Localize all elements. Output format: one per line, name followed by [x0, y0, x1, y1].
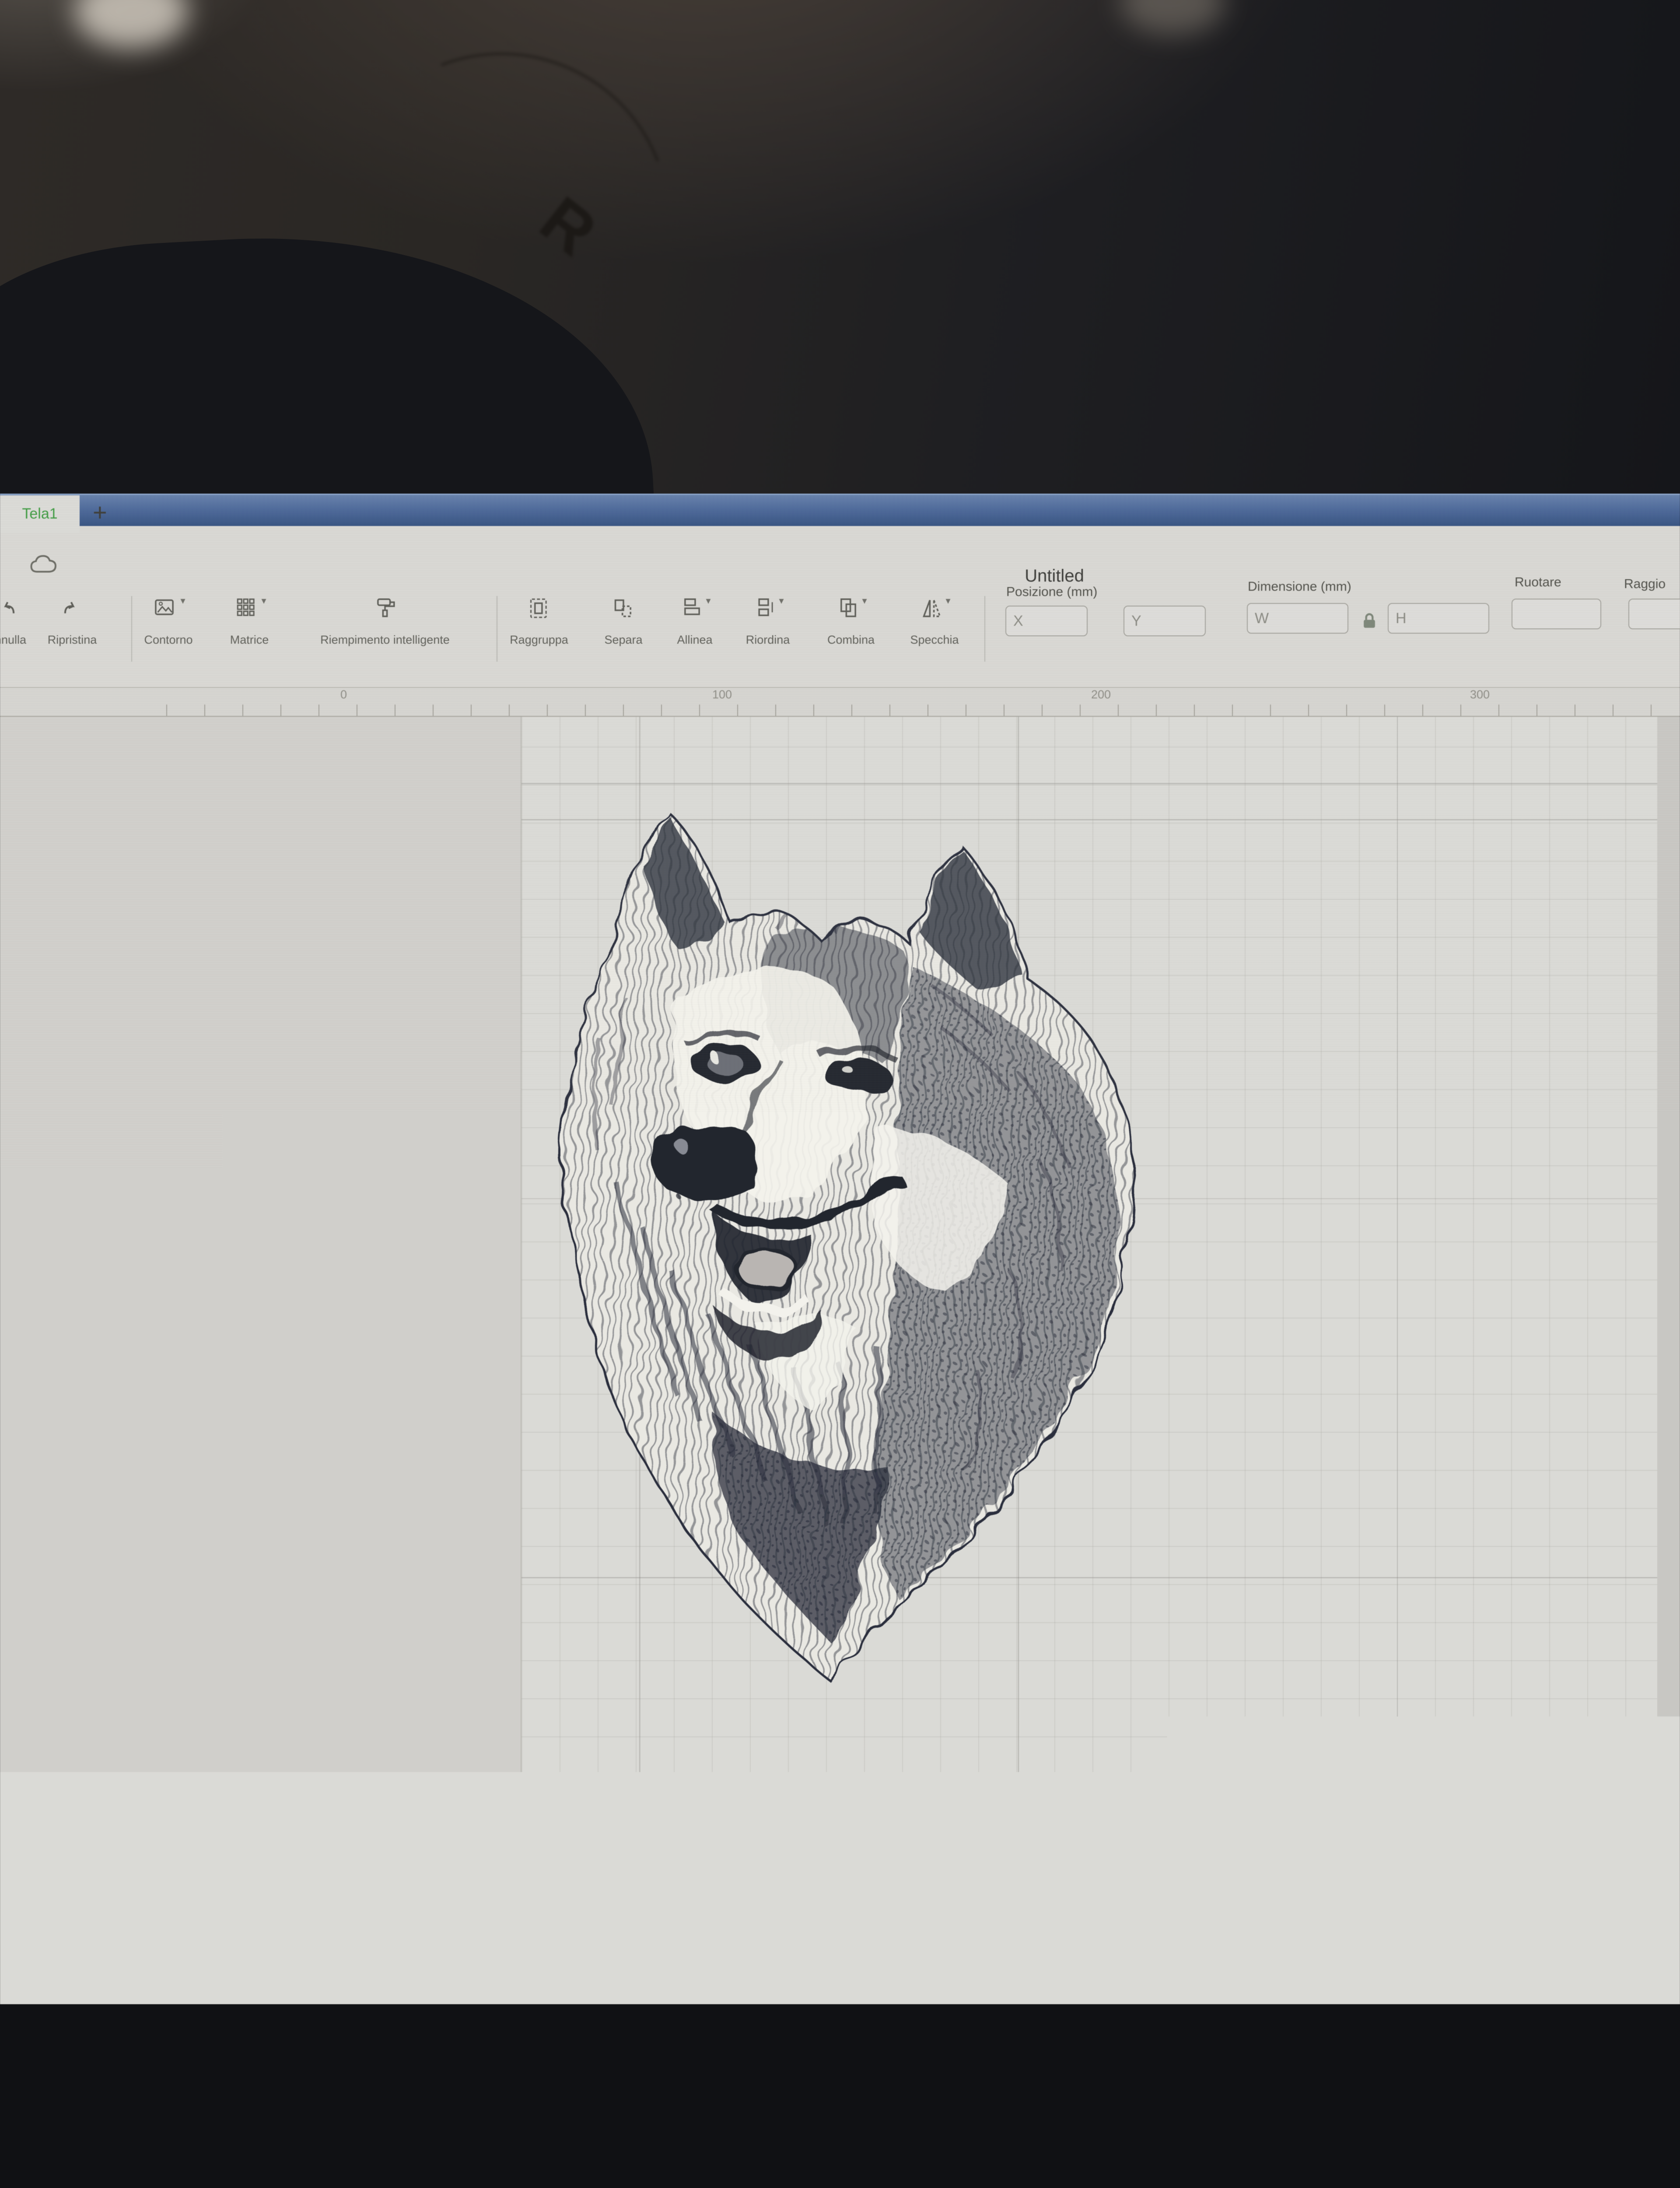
toolbar-separator: [984, 596, 985, 662]
toolbar-arrange-button[interactable]: ▾ Riordina: [720, 595, 816, 647]
bright-object-top-left: [74, 0, 188, 48]
smart-fill-icon: [371, 595, 399, 624]
matrix-icon: [232, 595, 261, 624]
rotate-label: Ruotare: [1515, 575, 1561, 590]
chevron-down-icon: ▾: [862, 595, 867, 606]
chevron-down-icon: ▾: [261, 595, 266, 606]
bright-object-top-right: [1120, 0, 1225, 35]
chevron-down-icon: ▾: [706, 595, 710, 606]
position-y-field[interactable]: [1124, 606, 1206, 636]
contour-icon: [151, 595, 180, 624]
ungroup-icon: [610, 595, 637, 624]
photo-of-monitor: R e Space Untitled Annulla Ripri: [0, 0, 1680, 2188]
toolbar-redo-button[interactable]: Ripristina: [24, 595, 120, 647]
position-x-field[interactable]: [1005, 606, 1088, 636]
mat-right-margin: [1657, 717, 1680, 1890]
group-icon: [525, 595, 553, 624]
ruler-label: 0: [340, 688, 347, 701]
position-label: Posizione (mm): [1006, 585, 1097, 600]
dog-head-artwork[interactable]: [549, 800, 1140, 1697]
rotate-field[interactable]: [1512, 599, 1601, 629]
arrange-icon: [752, 595, 779, 624]
desk-object-round: [175, 2100, 252, 2176]
design-canvas[interactable]: Livello Livello 1: [0, 717, 1680, 1895]
undo-icon: [0, 595, 20, 624]
chevron-down-icon: ▾: [945, 595, 950, 606]
ruler-label: 300: [1470, 688, 1490, 701]
add-canvas-button[interactable]: +: [93, 498, 107, 526]
chevron-down-icon: ▾: [779, 595, 784, 606]
toolbar-matrix-button[interactable]: ▾ Matrice: [201, 595, 298, 647]
ruler-label: 100: [712, 688, 732, 701]
document-title[interactable]: Untitled: [984, 566, 1124, 586]
radius-label: Raggio: [1624, 577, 1666, 592]
dimension-w-field[interactable]: [1247, 603, 1348, 634]
ruler-label: 200: [1091, 688, 1111, 701]
desk-object-round: [1190, 2034, 1256, 2100]
redo-icon: [59, 595, 85, 624]
toolbar-mirror-button[interactable]: ▾ Specchia: [886, 595, 983, 647]
align-icon: [679, 595, 706, 624]
toolbar-group-button[interactable]: Raggruppa: [491, 595, 587, 647]
desk-reflection: [1479, 2148, 1662, 2188]
edit-toolbar: Untitled Annulla Ripristina ▾ Contorn: [0, 526, 1680, 688]
cloud-sync-icon[interactable]: [28, 551, 60, 575]
room-background: R: [0, 0, 1680, 494]
lock-icon[interactable]: [1360, 612, 1379, 631]
dimension-h-field[interactable]: [1388, 603, 1489, 634]
chevron-down-icon: ▾: [180, 595, 185, 606]
ruler-ticks: [166, 705, 1680, 716]
dimension-label: Dimensione (mm): [1248, 579, 1351, 594]
monitor-screen: e Space Untitled Annulla Ripristina: [0, 494, 1680, 2004]
radius-field[interactable]: [1628, 599, 1680, 629]
combine-icon: [835, 595, 862, 624]
toolbar-smart-fill-button[interactable]: Riempimento intelligente: [302, 595, 468, 647]
window-titlebar: e Space: [0, 494, 1680, 527]
tab-tela1[interactable]: Tela1: [0, 495, 80, 533]
desk-area: [0, 2003, 1680, 2188]
toolbar-combine-button[interactable]: ▾ Combina: [803, 595, 899, 647]
horizontal-ruler: 0 100 200 300: [0, 687, 1680, 717]
mirror-icon: [918, 595, 945, 624]
